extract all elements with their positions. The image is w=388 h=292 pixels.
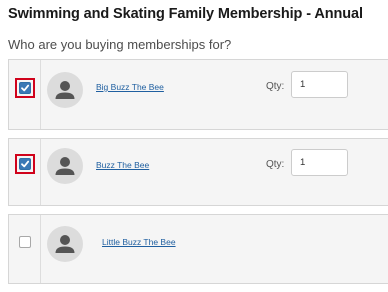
- user-silhouette-icon: [55, 157, 75, 175]
- checkbox-column: [9, 215, 41, 283]
- checkmark-icon: [21, 84, 30, 92]
- checkbox-highlight: [15, 78, 35, 98]
- member-row: Buzz The Bee Qty:: [8, 138, 388, 206]
- avatar: [47, 226, 83, 262]
- qty-input[interactable]: [291, 149, 348, 176]
- checkmark-icon: [21, 160, 30, 168]
- page-subtitle: Who are you buying memberships for?: [8, 37, 232, 52]
- member-row: Little Buzz The Bee: [8, 214, 388, 284]
- qty-input[interactable]: [291, 71, 348, 98]
- qty-label: Qty:: [266, 81, 285, 92]
- member-name-link[interactable]: Big Buzz The Bee: [96, 82, 164, 92]
- member-name-link[interactable]: Buzz The Bee: [96, 160, 149, 170]
- page-title: Swimming and Skating Family Membership -…: [8, 6, 363, 22]
- member-checkbox[interactable]: [19, 158, 31, 170]
- checkbox-column: [9, 139, 41, 205]
- qty-label: Qty:: [266, 159, 285, 170]
- member-checkbox[interactable]: [19, 236, 31, 248]
- checkbox-highlight: [15, 154, 35, 174]
- member-checkbox[interactable]: [19, 82, 31, 94]
- avatar: [47, 148, 83, 184]
- user-silhouette-icon: [55, 81, 75, 99]
- member-row: Big Buzz The Bee Qty:: [8, 59, 388, 130]
- checkbox-column: [9, 60, 41, 129]
- member-name-link[interactable]: Little Buzz The Bee: [102, 237, 176, 247]
- avatar: [47, 72, 83, 108]
- user-silhouette-icon: [55, 235, 75, 253]
- checkbox-wrapper: [15, 232, 35, 252]
